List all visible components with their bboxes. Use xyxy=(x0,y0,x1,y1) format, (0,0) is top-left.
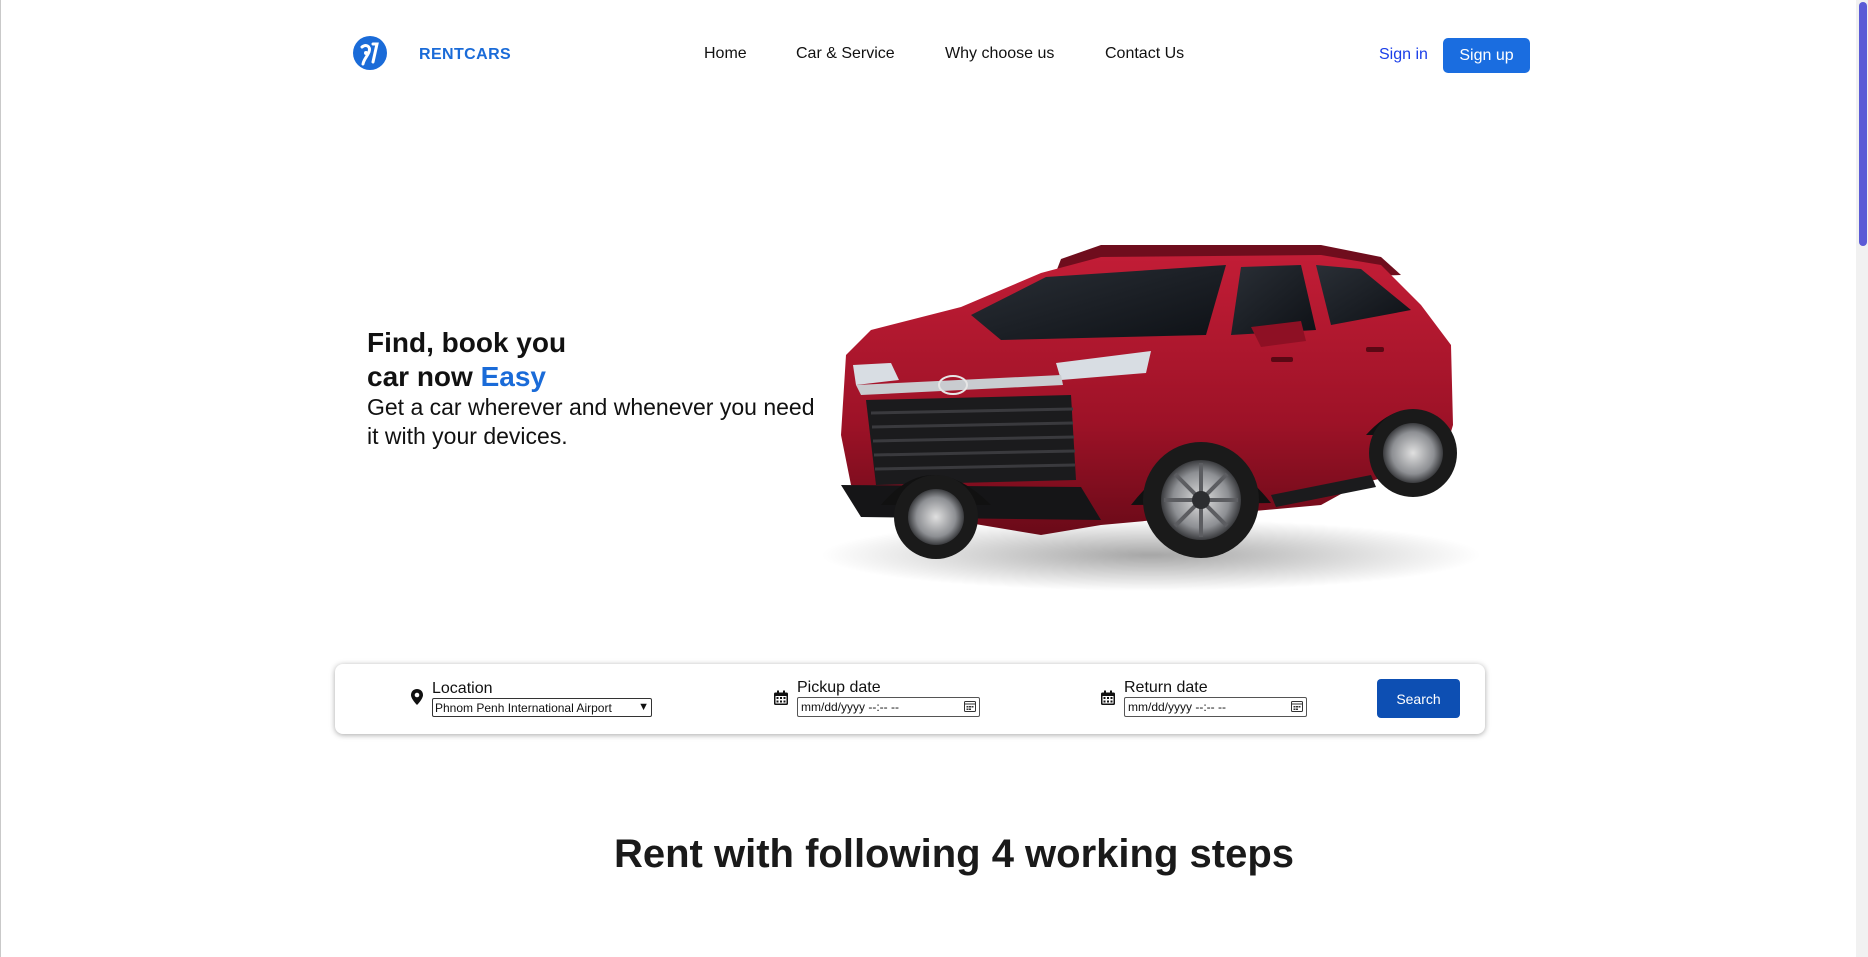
hero-title-line2: car now Easy xyxy=(367,361,546,392)
search-card: Location Phnom Penh International Airpor… xyxy=(335,664,1485,734)
sign-in-link[interactable]: Sign in xyxy=(1379,46,1428,64)
top-navbar: RENTCARS Home Car & Service Why choose u… xyxy=(1,0,1857,110)
calendar-picker-icon[interactable] xyxy=(964,700,976,715)
return-date-input[interactable]: mm/dd/yyyy --:-- -- xyxy=(1124,697,1307,717)
nav-home[interactable]: Home xyxy=(704,45,747,63)
steps-section-title: Rent with following 4 working steps xyxy=(613,832,1295,876)
location-select[interactable]: Phnom Penh International Airport ▼ xyxy=(432,698,652,717)
location-select-value: Phnom Penh International Airport xyxy=(435,700,612,715)
scrollbar-thumb[interactable] xyxy=(1859,2,1867,246)
pickup-label: Pickup date xyxy=(797,679,881,696)
map-pin-icon xyxy=(409,688,425,706)
calendar-icon xyxy=(773,690,789,708)
hero-car-image xyxy=(801,235,1481,595)
hero-subtitle: Get a car wherever and whenever you need… xyxy=(367,394,815,449)
calendar-icon xyxy=(1100,690,1116,708)
return-label: Return date xyxy=(1124,679,1208,696)
chevron-down-icon: ▼ xyxy=(638,701,649,713)
pickup-date-input[interactable]: mm/dd/yyyy --:-- -- xyxy=(797,697,980,717)
nav-car-service[interactable]: Car & Service xyxy=(796,45,895,63)
brand-name[interactable]: RENTCARS xyxy=(419,46,511,64)
hero-title-accent: Easy xyxy=(480,361,546,392)
hero-title-line1: Find, book you xyxy=(367,327,567,358)
return-date-placeholder: mm/dd/yyyy --:-- -- xyxy=(1128,700,1226,714)
calendar-picker-icon[interactable] xyxy=(1291,700,1303,715)
page-scrollbar[interactable] xyxy=(1856,0,1868,957)
logo-icon[interactable] xyxy=(352,35,388,71)
page: RENTCARS Home Car & Service Why choose u… xyxy=(0,0,1868,957)
location-label: Location xyxy=(432,680,493,697)
search-button[interactable]: Search xyxy=(1377,679,1460,718)
sign-up-button[interactable]: Sign up xyxy=(1443,38,1530,73)
nav-why-choose-us[interactable]: Why choose us xyxy=(945,45,1054,63)
hero-title: Find, book you car now Easy xyxy=(367,326,566,394)
pickup-date-placeholder: mm/dd/yyyy --:-- -- xyxy=(801,700,899,714)
nav-contact-us[interactable]: Contact Us xyxy=(1105,45,1184,63)
